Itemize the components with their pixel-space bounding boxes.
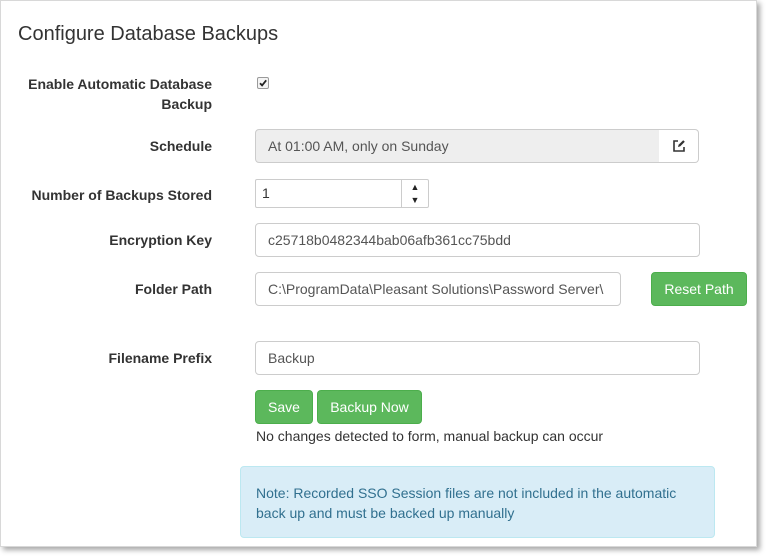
stepper-arrows: ▲ ▼: [401, 180, 428, 207]
schedule-field: At 01:00 AM, only on Sunday: [255, 129, 660, 163]
backups-count-label: Number of Backups Stored: [31, 187, 212, 203]
folder-path-input[interactable]: C:\ProgramData\Pleasant Solutions\Passwo…: [255, 272, 621, 306]
save-button[interactable]: Save: [255, 390, 313, 424]
enable-backup-checkbox[interactable]: [257, 77, 269, 89]
enable-backup-label-line1: Enable Automatic Database: [28, 76, 212, 92]
backups-count-stepper[interactable]: 1 ▲ ▼: [255, 179, 429, 208]
filename-prefix-label: Filename Prefix: [108, 350, 213, 366]
edit-icon: [672, 140, 685, 152]
checkmark-icon: [259, 79, 267, 87]
info-alert-text: Note: Recorded SSO Session files are not…: [256, 485, 677, 521]
enable-backup-label: Enable Automatic Database Backup: [28, 74, 212, 114]
status-message: No changes detected to form, manual back…: [256, 428, 604, 444]
encryption-key-input[interactable]: c25718b0482344bab06afb361cc75bdd: [255, 223, 700, 257]
schedule-label: Schedule: [149, 138, 212, 154]
info-alert: Note: Recorded SSO Session files are not…: [240, 466, 715, 538]
enable-backup-label-line2: Backup: [161, 96, 212, 112]
stepper-up-icon[interactable]: ▲: [411, 182, 420, 192]
page-title: Configure Database Backups: [18, 23, 279, 45]
stepper-down-icon[interactable]: ▼: [411, 195, 420, 205]
folder-path-label: Folder Path: [134, 281, 212, 297]
encryption-key-label: Encryption Key: [109, 232, 212, 248]
reset-path-button[interactable]: Reset Path: [651, 272, 747, 306]
backup-now-button[interactable]: Backup Now: [317, 390, 422, 424]
backup-config-panel: Configure Database Backups Enable Automa…: [0, 0, 757, 547]
edit-schedule-button[interactable]: [659, 129, 699, 163]
backups-count-value[interactable]: 1: [262, 185, 270, 201]
filename-prefix-input[interactable]: Backup: [255, 341, 700, 375]
